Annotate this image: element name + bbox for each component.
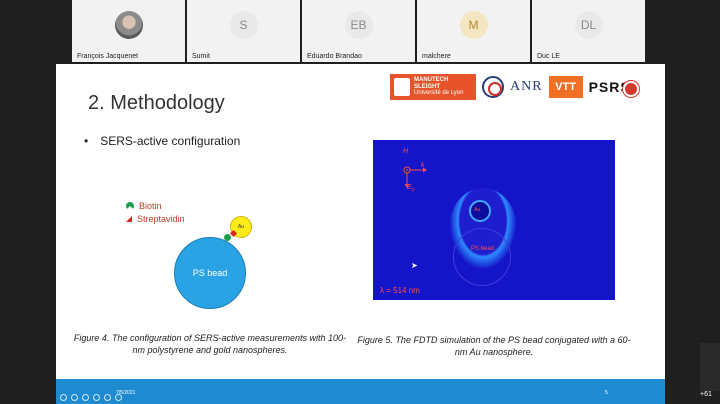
previous-slide-icon[interactable] xyxy=(60,394,67,401)
ps-bead-diagram: PS bead xyxy=(174,237,246,309)
meeting-window: François Jacquenet S Sumit EB Eduardo Br… xyxy=(0,0,720,404)
participant-avatar: S xyxy=(229,11,258,39)
participant-tile[interactable]: S Sumit xyxy=(187,0,300,62)
participant-tile[interactable]: EB Eduardo Brandao xyxy=(302,0,415,62)
mouse-cursor-icon: ➤ xyxy=(411,261,418,270)
presentation-toolbar: 7/5/2021 5 xyxy=(56,379,665,404)
shared-slide: 2. Methodology MANUTECH SLEIGHT Universi… xyxy=(56,64,665,379)
participant-avatar: EB xyxy=(344,11,373,39)
bullet-item: • SERS-active configuration xyxy=(84,134,240,148)
streptavidin-icon xyxy=(126,216,132,222)
manutech-logo: MANUTECH SLEIGHT Université de Lyon xyxy=(390,74,476,100)
participant-strip: François Jacquenet S Sumit EB Eduardo Br… xyxy=(72,0,648,62)
e-field-label: E0 xyxy=(407,184,415,194)
psrs-logo: PSRS xyxy=(588,79,639,97)
bullet-mark: • xyxy=(84,134,89,148)
figure-4-caption: Figure 4. The configuration of SERS-acti… xyxy=(73,333,347,356)
participant-avatar xyxy=(114,11,143,39)
figure-5-caption: Figure 5. The FDTD simulation of the PS … xyxy=(357,335,631,358)
participant-name: Sumit xyxy=(192,53,210,60)
biotin-link-icon xyxy=(224,234,231,241)
bullet-text: SERS-active configuration xyxy=(100,134,241,148)
slide-controls xyxy=(60,394,122,401)
legend-strep-label: Streptavidin xyxy=(137,214,185,224)
lab-logo xyxy=(482,76,504,98)
fdtd-ps-bead xyxy=(453,228,511,286)
h-field-label: H xyxy=(403,148,409,155)
participant-name: François Jacquenet xyxy=(77,53,139,60)
participant-avatar: DL xyxy=(574,11,603,39)
anr-logo: ANR xyxy=(510,79,543,94)
participant-name: Eduardo Brandao xyxy=(307,53,362,60)
more-participants-count[interactable]: +61 xyxy=(700,391,712,398)
next-slide-icon[interactable] xyxy=(71,394,78,401)
vtt-logo: VTT xyxy=(548,76,583,98)
logo-row: MANUTECH SLEIGHT Université de Lyon ANR … xyxy=(390,74,639,100)
participant-name: Duc LE xyxy=(537,53,560,60)
participant-name: malchere xyxy=(422,53,451,60)
participant-tile[interactable]: DL Duc LE xyxy=(532,0,645,62)
biotin-icon xyxy=(126,202,134,210)
legend-streptavidin: Streptavidin xyxy=(126,214,185,224)
fdtd-au-label: Au xyxy=(474,207,481,213)
slide-title: 2. Methodology xyxy=(88,92,225,114)
wavelength-label: λ = 514 nm xyxy=(380,286,420,295)
participant-tile[interactable]: François Jacquenet xyxy=(72,0,185,62)
fdtd-simulation-image: Au PS bead H k E0 ➤ λ = 514 nm xyxy=(373,140,615,300)
slides-grid-icon[interactable] xyxy=(93,394,100,401)
legend-biotin: Biotin xyxy=(126,201,162,211)
pen-tool-icon[interactable] xyxy=(82,394,89,401)
fdtd-ps-label: PS bead xyxy=(471,246,495,252)
zoom-icon[interactable] xyxy=(104,394,111,401)
side-panel-edge xyxy=(700,343,720,391)
slide-number: 5 xyxy=(605,390,608,396)
participant-avatar: M xyxy=(459,11,488,39)
k-vector-label: k xyxy=(421,162,425,169)
participant-tile[interactable]: M malchere xyxy=(417,0,530,62)
legend-biotin-label: Biotin xyxy=(139,201,162,211)
slide-date: 7/5/2021 xyxy=(116,390,136,396)
